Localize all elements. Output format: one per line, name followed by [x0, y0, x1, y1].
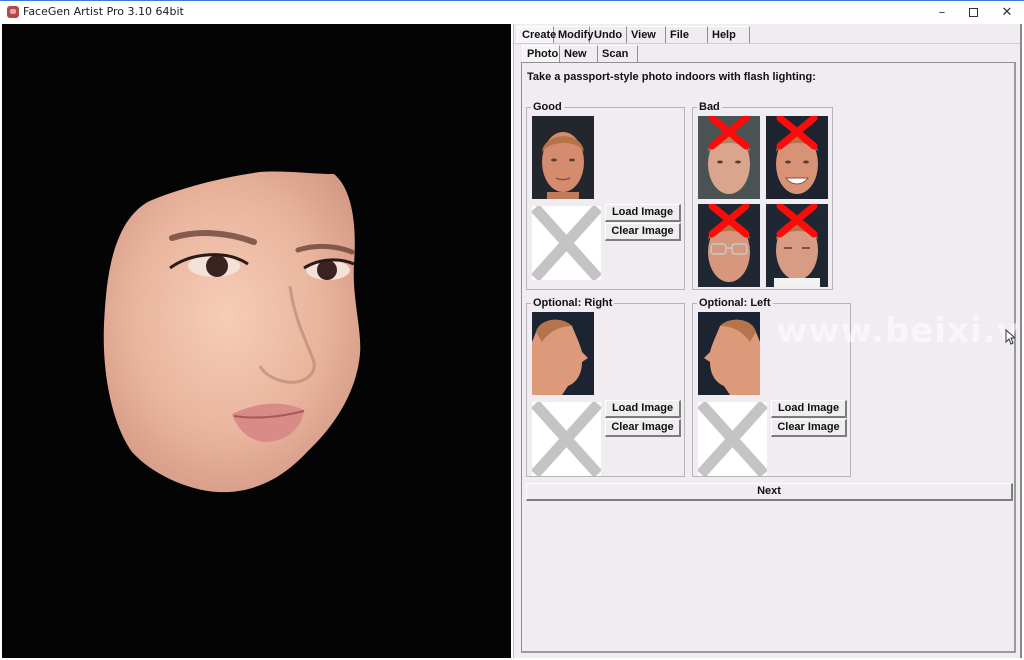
left-clear-image-button[interactable]: Clear Image — [771, 419, 847, 437]
title-bar: FaceGen Artist Pro 3.10 64bit – ✕ — [0, 0, 1024, 23]
optional-right-group: Optional: Right Load Image Clear Image — [526, 296, 685, 477]
empty-image-x-icon — [532, 402, 601, 476]
bad-group: Bad — [692, 100, 833, 290]
right-image-placeholder — [532, 402, 601, 476]
main-tabs: Create Modify Undo View File Help — [517, 25, 750, 44]
bad-example-shadowed — [698, 116, 760, 199]
mouse-cursor-icon — [1005, 329, 1015, 345]
good-load-image-button[interactable]: Load Image — [605, 204, 681, 222]
tab-file[interactable]: File — [666, 26, 708, 44]
window-title: FaceGen Artist Pro 3.10 64bit — [23, 5, 184, 18]
3d-viewport[interactable] — [2, 24, 511, 658]
tab-help[interactable]: Help — [708, 26, 750, 44]
good-clear-image-button[interactable]: Clear Image — [605, 223, 681, 241]
left-profile-example-photo — [698, 312, 760, 395]
bad-example-smiling — [766, 116, 828, 199]
tab-new[interactable]: New — [560, 45, 598, 63]
good-image-placeholder — [532, 206, 601, 280]
instruction-text: Take a passport-style photo indoors with… — [527, 71, 816, 83]
maximize-button[interactable] — [956, 1, 990, 24]
empty-image-x-icon — [698, 402, 767, 476]
sub-tabs: Photo New Scan — [522, 44, 638, 63]
face-mesh — [103, 171, 361, 493]
tab-undo[interactable]: Undo — [590, 26, 627, 44]
good-example-photo — [532, 116, 594, 199]
optional-left-label: Optional: Left — [697, 296, 773, 310]
watermark-text: www.beixi.vip — [776, 311, 1024, 351]
control-panel: Create Modify Undo View File Help Photo … — [513, 24, 1024, 658]
app-icon — [7, 6, 19, 18]
face-render — [103, 171, 361, 493]
good-group: Good Load Image Clear Image — [526, 100, 685, 290]
right-profile-example-photo — [532, 312, 594, 395]
tab-scan[interactable]: Scan — [598, 45, 638, 63]
right-iris — [317, 260, 337, 280]
tab-create[interactable]: Create — [517, 26, 556, 44]
tab-view[interactable]: View — [627, 26, 666, 44]
right-clear-image-button[interactable]: Clear Image — [605, 419, 681, 437]
tab-photo[interactable]: Photo — [522, 45, 560, 63]
bad-group-label: Bad — [697, 100, 722, 114]
next-button[interactable]: Next — [526, 483, 1013, 501]
optional-right-label: Optional: Right — [531, 296, 615, 310]
empty-image-x-icon — [532, 206, 601, 280]
bad-example-glasses — [698, 204, 760, 287]
bad-example-squinting — [766, 204, 828, 287]
right-load-image-button[interactable]: Load Image — [605, 400, 681, 418]
good-group-label: Good — [531, 100, 564, 114]
maximize-icon — [968, 8, 978, 17]
minimize-button[interactable]: – — [925, 1, 959, 24]
left-load-image-button[interactable]: Load Image — [771, 400, 847, 418]
left-iris — [206, 255, 228, 277]
close-button[interactable]: ✕ — [990, 1, 1024, 24]
left-image-placeholder — [698, 402, 767, 476]
tab-modify[interactable]: Modify — [554, 26, 593, 44]
